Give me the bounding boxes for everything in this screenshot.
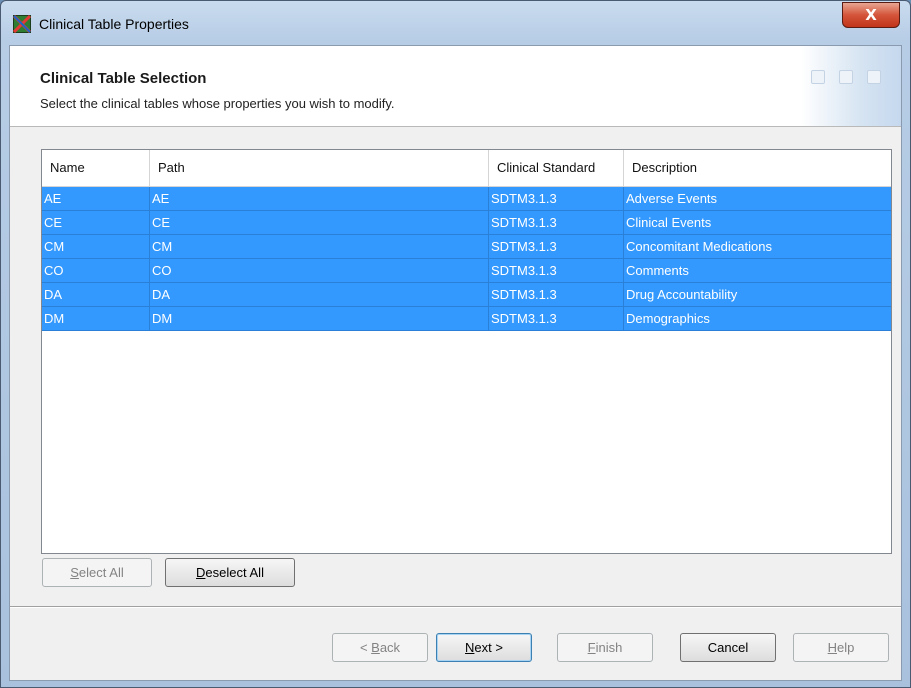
select-all-button[interactable]: Select All [42, 558, 152, 587]
cell-name: CO [42, 259, 150, 283]
dialog-client-area: Clinical Table Selection Select the clin… [9, 45, 902, 681]
cell-name: CE [42, 211, 150, 235]
column-header-name[interactable]: Name [42, 150, 150, 186]
clinical-tables-list[interactable]: Name Path Clinical Standard Description … [41, 149, 892, 554]
table-row[interactable]: DA DA SDTM3.1.3 Drug Accountability [42, 283, 891, 307]
cell-description: Demographics [626, 311, 710, 326]
table-row[interactable]: CO CO SDTM3.1.3 Comments [42, 259, 891, 283]
help-button[interactable]: Help [793, 633, 889, 662]
table-row[interactable]: CE CE SDTM3.1.3 Clinical Events [42, 211, 891, 235]
clinical-table-icon [13, 15, 31, 33]
page-subtitle: Select the clinical tables whose propert… [40, 96, 395, 111]
decoration-square-icon [867, 70, 881, 84]
decoration-square-icon [839, 70, 853, 84]
title-bar[interactable]: Clinical Table Properties X [1, 1, 910, 45]
cell-clinical-standard: SDTM3.1.3 [489, 307, 624, 331]
cell-path: CO [150, 259, 489, 283]
cell-path: AE [150, 187, 489, 211]
column-header-description[interactable]: Description [624, 150, 891, 186]
table-row[interactable]: AE AE SDTM3.1.3 Adverse Events [42, 187, 891, 211]
cell-name: CM [42, 235, 150, 259]
cell-description: Comments [626, 263, 689, 278]
cell-path: CM [150, 235, 489, 259]
dialog-window: Clinical Table Properties X Clinical Tab… [0, 0, 911, 688]
table-row[interactable]: DM DM SDTM3.1.3 Demographics [42, 307, 891, 331]
close-button[interactable]: X [842, 2, 900, 28]
finish-button[interactable]: Finish [557, 633, 653, 662]
cell-clinical-standard: SDTM3.1.3 [489, 187, 624, 211]
cell-clinical-standard: SDTM3.1.3 [489, 283, 624, 307]
wizard-header: Clinical Table Selection Select the clin… [10, 46, 901, 127]
table-header: Name Path Clinical Standard Description [42, 150, 891, 187]
header-decoration [801, 46, 901, 126]
window-title: Clinical Table Properties [39, 16, 189, 32]
decoration-square-icon [811, 70, 825, 84]
cell-path: DA [150, 283, 489, 307]
cell-description: Concomitant Medications [626, 239, 772, 254]
cell-description: Clinical Events [626, 215, 712, 230]
back-button[interactable]: < Back [332, 633, 428, 662]
footer-separator [10, 606, 901, 608]
cancel-button[interactable]: Cancel [680, 633, 776, 662]
cell-description: Drug Accountability [626, 287, 738, 302]
cell-path: CE [150, 211, 489, 235]
table-row[interactable]: CM CM SDTM3.1.3 Concomitant Medications [42, 235, 891, 259]
column-header-clinical-standard[interactable]: Clinical Standard [489, 150, 624, 186]
deselect-all-button[interactable]: Deselect All [165, 558, 295, 587]
page-title: Clinical Table Selection [40, 70, 207, 87]
cell-clinical-standard: SDTM3.1.3 [489, 211, 624, 235]
cell-name: AE [42, 187, 150, 211]
cell-description: Adverse Events [626, 191, 718, 206]
column-header-path[interactable]: Path [150, 150, 489, 186]
cell-path: DM [150, 307, 489, 331]
next-button[interactable]: Next > [436, 633, 532, 662]
cell-clinical-standard: SDTM3.1.3 [489, 235, 624, 259]
cell-name: DA [42, 283, 150, 307]
cell-clinical-standard: SDTM3.1.3 [489, 259, 624, 283]
cell-name: DM [42, 307, 150, 331]
